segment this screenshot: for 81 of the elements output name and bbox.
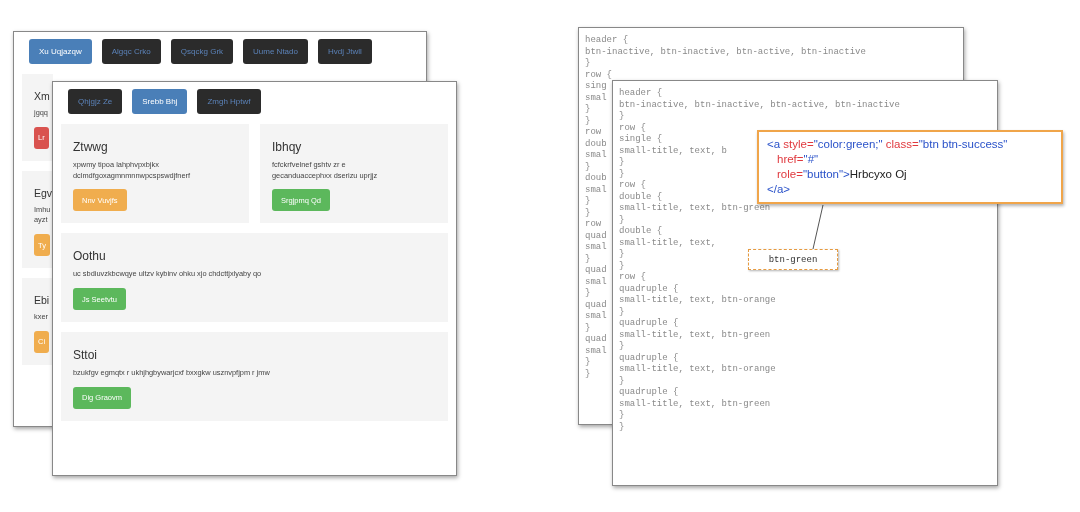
code-line: small-title, text,: [619, 237, 717, 248]
code-line: }: [619, 410, 625, 420]
code-line: smal: [585, 184, 607, 195]
code-line: smal: [585, 92, 607, 103]
code-line: quadruple {: [619, 387, 679, 397]
card-title: Oothu: [73, 249, 106, 264]
code-line: }: [619, 421, 625, 432]
code-line: }: [619, 111, 625, 121]
code-line: doub: [585, 138, 607, 149]
code-line: }: [619, 375, 625, 386]
code-line: row {: [585, 69, 612, 80]
nav-button[interactable]: Xu Uqjazqw: [29, 39, 92, 64]
code-line: }: [585, 288, 591, 298]
code-line: smal: [585, 150, 607, 160]
code-line: }: [585, 115, 591, 126]
card-title: Sttoi: [73, 348, 97, 363]
leader-line: [810, 204, 826, 250]
code-line: }: [619, 341, 625, 351]
nav-button[interactable]: Qsqckg Grk: [170, 39, 234, 64]
code-line: header {: [619, 88, 663, 98]
html-code-line: </a>: [767, 182, 792, 197]
card-title: Ibhqy: [272, 140, 302, 154]
nav-button[interactable]: Hvdj Jtwll: [317, 39, 372, 64]
code-line: single {: [619, 134, 663, 144]
code-line: quad: [585, 299, 607, 310]
nav-button[interactable]: Srebb Bhj: [132, 89, 188, 114]
token-label: btn-green: [748, 249, 838, 270]
code-line: smal: [585, 311, 607, 321]
code-line: row {: [619, 122, 646, 133]
html-code-line: href="#": [776, 152, 820, 167]
code-line: }: [585, 207, 591, 218]
code-line: }: [585, 196, 591, 206]
code-line: }: [619, 214, 625, 225]
code-line: }: [619, 157, 625, 167]
code-line: }: [585, 322, 591, 333]
code-line: quadruple {: [619, 318, 679, 328]
code-line: small-title, text, btn-orange: [619, 364, 776, 374]
nav-button[interactable]: Algqc Crko: [101, 39, 161, 64]
code-line: small-title, text, btn-green: [619, 203, 771, 213]
code-line: }: [585, 104, 591, 114]
code-line: row {: [619, 180, 646, 190]
code-line: }: [619, 306, 625, 317]
code-line: }: [619, 249, 625, 259]
nav-button[interactable]: Qhjgjz Ze: [68, 89, 123, 114]
code-line: row: [585, 219, 602, 229]
code-line: }: [585, 357, 591, 367]
code-line: }: [585, 58, 591, 68]
code-line: double {: [619, 226, 663, 236]
code-line: quad: [585, 230, 607, 241]
code-line: }: [619, 260, 625, 271]
card-title: Ztwwg: [73, 140, 108, 154]
code-line: quad: [585, 265, 607, 275]
code-line: row: [585, 127, 602, 137]
code-line: smal: [585, 276, 607, 287]
nav-button[interactable]: Zmgh Hptwf: [197, 89, 261, 114]
code-line: smal: [585, 242, 607, 252]
code-line: btn-inactive, btn-inactive, btn-active, btn-inactive: [619, 99, 900, 110]
code-line: }: [585, 368, 591, 379]
code-line: row {: [619, 272, 646, 282]
html-code-line: <a style="color:green;" class="btn btn-success": [767, 137, 1009, 152]
card-title: Xm: [34, 90, 50, 102]
code-line: small-title, text, btn-orange: [619, 295, 776, 305]
code-line: }: [585, 161, 591, 172]
card-title: Egv: [34, 186, 53, 199]
code-line: sing: [585, 81, 607, 91]
code-line: doub: [585, 173, 607, 183]
code-line: small-title, text, btn-green: [619, 329, 771, 340]
nav-button[interactable]: Uume Ntado: [243, 39, 308, 64]
code-line: header {: [585, 35, 629, 45]
code-line: }: [585, 253, 591, 264]
code-line: quadruple {: [619, 283, 679, 294]
code-line: small-title, text, b: [619, 145, 728, 156]
html-code-line: role="button">Hrbcyxo Oj: [776, 167, 908, 182]
code-line: double {: [619, 191, 663, 202]
code-line: quadruple {: [619, 352, 679, 363]
code-line: }: [619, 168, 625, 179]
card-title: Ebi: [34, 294, 50, 307]
code-line: btn-inactive, btn-inactive, btn-active, btn-inactive: [585, 46, 866, 57]
code-line: small-title, text, btn-green: [619, 398, 771, 409]
code-line: quad: [585, 334, 607, 344]
code-line: smal: [585, 345, 607, 356]
